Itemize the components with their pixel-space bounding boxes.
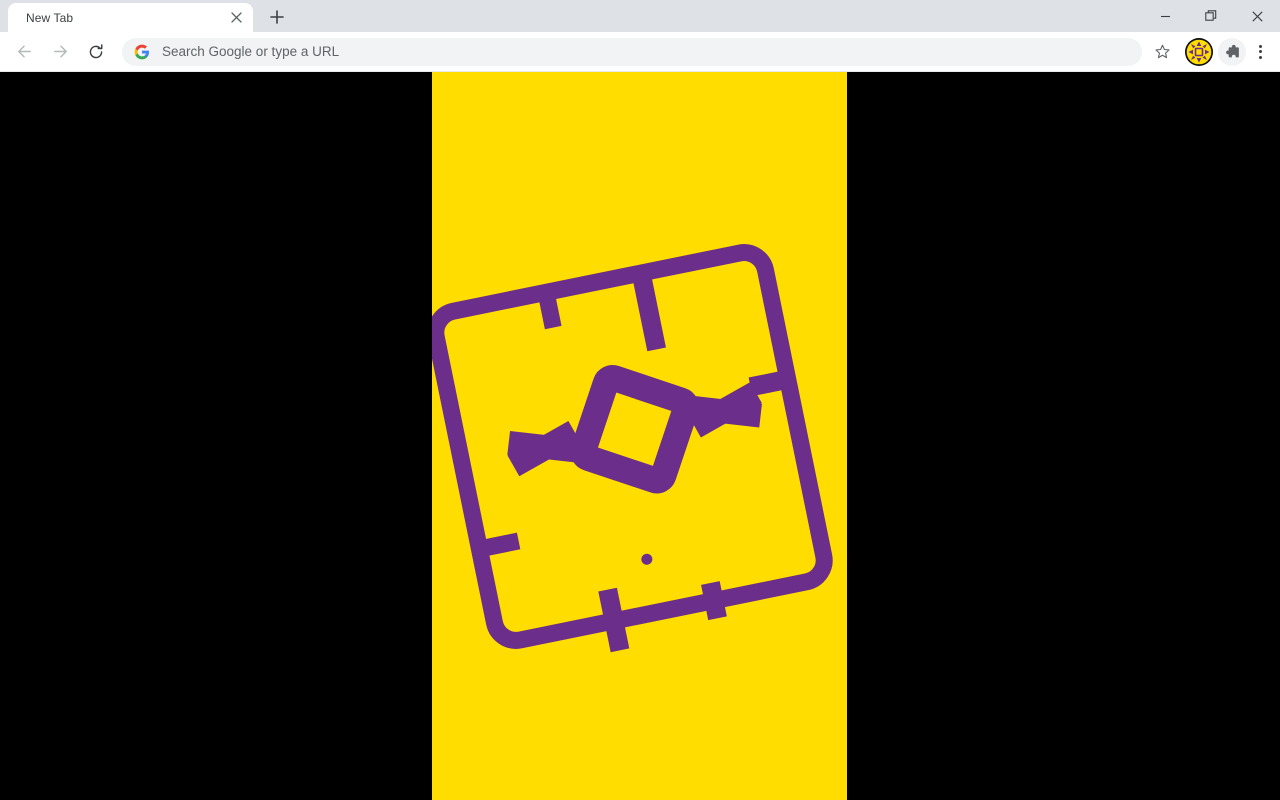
reload-icon[interactable] xyxy=(81,37,111,67)
kebab-dots xyxy=(1258,44,1262,59)
browser-toolbar xyxy=(0,32,1280,72)
extensions-puzzle-icon[interactable] xyxy=(1218,37,1246,66)
rotated-frame-compass-graphic xyxy=(432,72,847,800)
profile-avatar[interactable] xyxy=(1185,37,1213,66)
window-controls xyxy=(1142,0,1280,32)
omnibox[interactable] xyxy=(122,37,1142,66)
google-g-icon xyxy=(134,44,150,60)
forward-icon[interactable] xyxy=(45,37,75,67)
chrome-menu-icon[interactable] xyxy=(1248,38,1272,66)
close-icon[interactable] xyxy=(1234,0,1280,32)
tab-strip: New Tab xyxy=(0,0,1280,32)
omnibox-input[interactable] xyxy=(162,44,1130,59)
minimize-icon[interactable] xyxy=(1142,0,1188,32)
browser-window: New Tab xyxy=(0,0,1280,800)
close-icon[interactable] xyxy=(227,9,245,27)
new-tab-button[interactable] xyxy=(263,3,291,31)
bookmark-star-icon[interactable] xyxy=(1148,38,1176,66)
image-panel xyxy=(432,72,847,800)
tab-new-tab[interactable]: New Tab xyxy=(8,3,253,32)
back-icon[interactable] xyxy=(9,37,39,67)
page-viewport xyxy=(0,72,1280,800)
tab-title: New Tab xyxy=(26,10,74,25)
maximize-icon[interactable] xyxy=(1188,0,1234,32)
